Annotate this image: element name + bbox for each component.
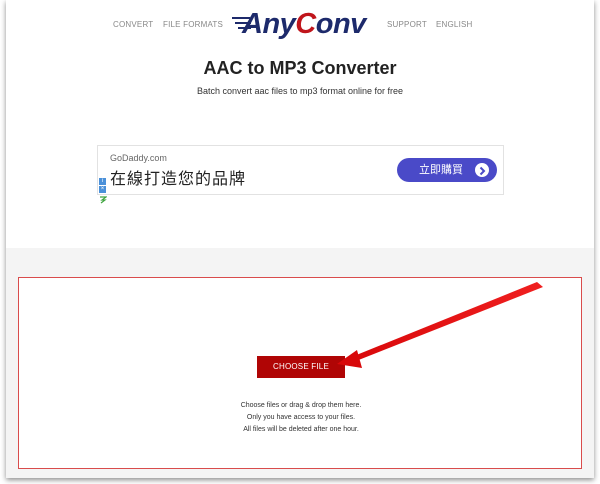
nav-convert[interactable]: CONVERT (113, 20, 153, 29)
ad-cta-button[interactable]: 立即購買 (397, 158, 497, 182)
chevron-right-icon (475, 163, 489, 177)
choose-file-button[interactable]: CHOOSE FILE (257, 356, 345, 378)
ad-cta-label: 立即購買 (419, 164, 463, 176)
browser-page: CONVERT FILE FORMATS AnyConv SUPPORT ENG… (6, 0, 594, 478)
upload-hint: Choose files or drag & drop them here. (240, 402, 362, 409)
anyconv-logo[interactable]: AnyConv (232, 8, 372, 40)
ad-headline: 在線打造您的品牌 (110, 171, 247, 188)
advertisement-banner[interactable]: GoDaddy.com 在線打造您的品牌 立即購買 i × (97, 145, 504, 204)
page-title: AAC to MP3 Converter (203, 58, 397, 78)
info-icon[interactable]: i (99, 178, 106, 185)
adchoices-icon[interactable] (99, 196, 107, 204)
top-navigation: CONVERT FILE FORMATS AnyConv SUPPORT ENG… (6, 0, 594, 50)
deletion-note: All files will be deleted after one hour… (243, 426, 359, 433)
nav-support[interactable]: SUPPORT (387, 20, 427, 29)
close-icon[interactable]: × (99, 186, 106, 193)
file-drop-zone[interactable]: CHOOSE FILE Choose files or drag & drop … (18, 277, 582, 469)
privacy-note: Only you have access to your files. (246, 414, 356, 421)
ad-domain: GoDaddy.com (110, 153, 167, 163)
nav-file-formats[interactable]: FILE FORMATS (163, 20, 223, 29)
nav-language[interactable]: ENGLISH (436, 20, 473, 29)
page-subtitle: Batch convert aac files to mp3 format on… (196, 86, 404, 96)
logo-text: AnyConv (242, 8, 366, 40)
